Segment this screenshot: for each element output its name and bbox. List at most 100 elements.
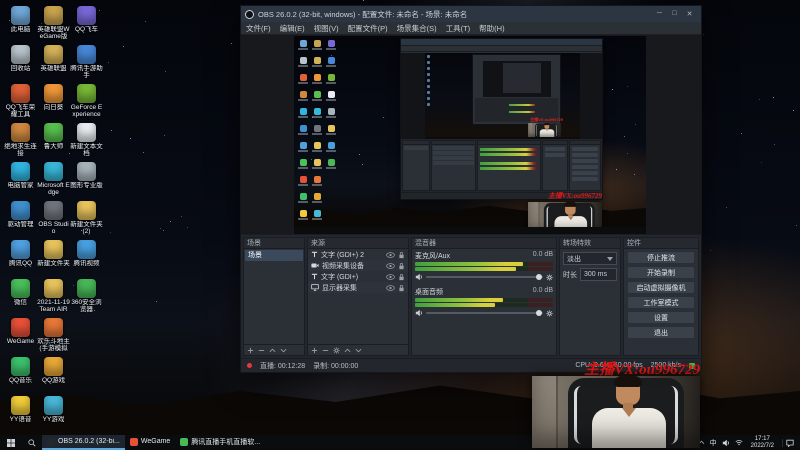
remove-scene-icon[interactable] — [258, 347, 265, 354]
desktop-icon-12[interactable]: 英雄联盟WeGame版 — [37, 6, 70, 45]
volume-slider[interactable] — [426, 312, 543, 314]
lock-icon[interactable] — [398, 251, 405, 259]
virtual-camera-button[interactable]: 启动虚拟摄像机 — [627, 281, 695, 294]
person-hair — [544, 123, 549, 125]
duration-input[interactable]: 300 ms — [580, 268, 617, 281]
start-button[interactable] — [0, 435, 21, 450]
record-button[interactable]: 开始录制 — [627, 266, 695, 279]
volume-meter — [415, 267, 553, 271]
windows-desktop: 此电脑 回收站 QQ飞车荣耀工具 绝地求生连接 电脑管家 驱动管理 腾讯QQ 微信 WeGame… — [0, 0, 800, 450]
desktop-icon-5[interactable]: 电脑管家 — [4, 162, 37, 201]
maximize-button[interactable]: □ — [667, 10, 682, 18]
desktop-icon-1[interactable]: 此电脑 — [4, 6, 37, 45]
desktop-icon-23[interactable]: QQ飞车 — [70, 6, 103, 45]
desktop-icon-4[interactable]: 绝地求生连接 — [4, 123, 37, 162]
ime-indicator[interactable]: 中 — [710, 438, 717, 448]
move-source-down-icon[interactable] — [355, 347, 362, 354]
menu-item-4[interactable]: 配置文件(P) — [348, 23, 388, 34]
desktop-icon-29[interactable]: 腾讯视频 — [70, 240, 103, 279]
desktop-icon-10[interactable]: QQ音乐 — [4, 357, 37, 396]
move-scene-down-icon[interactable] — [280, 347, 287, 354]
desktop-icon-24[interactable]: 腾讯手游助手 — [70, 45, 103, 84]
desktop-icon-11[interactable]: YY语音 — [4, 396, 37, 435]
lock-icon[interactable] — [398, 262, 405, 270]
desktop-icon-8[interactable]: 微信 — [4, 279, 37, 318]
desktop-icon-2[interactable]: 回收站 — [4, 45, 37, 84]
desktop-icon-13[interactable]: 英雄联盟 — [37, 45, 70, 84]
desktop-icon-image — [77, 45, 96, 64]
desktop-icon-20[interactable]: 欢乐斗地主(手游模拟器) — [37, 318, 70, 357]
desktop-icon-17[interactable]: OBS Studio — [37, 201, 70, 240]
menu-item-1[interactable]: 文件(F) — [246, 23, 271, 34]
visibility-eye-icon[interactable] — [386, 274, 395, 280]
source-properties-icon[interactable] — [333, 347, 340, 354]
add-source-icon[interactable] — [311, 347, 318, 354]
source-row[interactable]: 文字 (GDI+) — [308, 271, 408, 282]
desktop-icon-18[interactable]: 新建文件夹 — [37, 240, 70, 279]
desktop-icon-7[interactable]: 腾讯QQ — [4, 240, 37, 279]
desktop-icon-6[interactable]: 驱动管理 — [4, 201, 37, 240]
mixer-channel: 桌面音频 0.0 dB — [415, 287, 553, 317]
action-center-icon[interactable] — [782, 439, 796, 447]
source-row[interactable]: 视频采集设备 — [308, 260, 408, 271]
recursive-obs-preview — [483, 61, 551, 97]
minimize-button[interactable]: ─ — [652, 10, 667, 18]
source-row[interactable]: 文字 (GDI+) 2 — [308, 249, 408, 260]
source-row[interactable]: 显示器采集 — [308, 282, 408, 293]
captured-mixer-dock — [477, 140, 541, 191]
obs-preview-area[interactable]: 主播VX:ou996729 主播VX:ou996729 — [241, 35, 701, 234]
captured-desktop-icon — [310, 55, 324, 72]
search-icon[interactable] — [21, 435, 42, 450]
close-button[interactable]: ✕ — [682, 10, 697, 18]
move-source-up-icon[interactable] — [344, 347, 351, 354]
visibility-eye-icon[interactable] — [386, 263, 395, 269]
captured-obs-dock-strip — [401, 139, 602, 192]
speaker-icon[interactable] — [415, 273, 423, 281]
desktop-icon-26[interactable]: 新建文本文档 — [70, 123, 103, 162]
studio-mode-button[interactable]: 工作室模式 — [627, 296, 695, 309]
scene-item[interactable]: 场景 — [245, 250, 303, 261]
transition-select[interactable]: 淡出 — [563, 252, 617, 265]
taskbar-clock[interactable]: 17:17 2022/7/2 — [748, 436, 777, 449]
volume-slider[interactable] — [426, 276, 543, 278]
desktop-icon-22[interactable]: YY游戏 — [37, 396, 70, 435]
lock-icon[interactable] — [398, 273, 405, 281]
desktop-icon-3[interactable]: QQ飞车荣耀工具 — [4, 84, 37, 123]
desktop-icon-21[interactable]: QQ游戏 — [37, 357, 70, 396]
desktop-icon-19[interactable]: 2021-11-19 Team AIR (2) — [37, 279, 70, 318]
desktop-icon-30[interactable]: 360安全浏览器 — [70, 279, 103, 318]
desktop-icon-15[interactable]: 鲁大师 — [37, 123, 70, 162]
volume-icon[interactable] — [722, 439, 730, 447]
desktop-icon-25[interactable]: GeForce Experience — [70, 84, 103, 123]
lock-icon[interactable] — [398, 284, 405, 292]
menu-item-5[interactable]: 场景集合(S) — [397, 23, 437, 34]
desktop-icon-27[interactable]: 图形专业版 — [70, 162, 103, 201]
visibility-eye-icon[interactable] — [386, 252, 395, 258]
taskbar-app[interactable]: 腾讯直播手机直播软... — [175, 435, 265, 450]
settings-button[interactable]: 设置 — [627, 311, 695, 324]
gear-icon[interactable] — [546, 274, 553, 281]
slider-knob[interactable] — [536, 310, 542, 316]
visibility-eye-icon[interactable] — [386, 285, 395, 291]
desktop-icon-14[interactable]: 向日葵 — [37, 84, 70, 123]
desktop-icon-28[interactable]: 新建文件夹 (2) — [70, 201, 103, 240]
taskbar-app[interactable]: WeGame — [125, 435, 175, 450]
taskbar-app[interactable]: OBS 26.0.2 (32-bi... — [42, 435, 125, 450]
captured-desktop-icon — [296, 174, 310, 191]
menu-item-7[interactable]: 帮助(H) — [479, 23, 504, 34]
menu-item-6[interactable]: 工具(T) — [446, 23, 471, 34]
remove-source-icon[interactable] — [322, 347, 329, 354]
exit-button[interactable]: 退出 — [627, 326, 695, 339]
slider-knob[interactable] — [536, 274, 542, 280]
menu-item-3[interactable]: 视图(V) — [314, 23, 339, 34]
speaker-icon[interactable] — [415, 309, 423, 317]
stream-toggle-button[interactable]: 停止推流 — [627, 251, 695, 264]
add-scene-icon[interactable] — [247, 347, 254, 354]
gear-icon[interactable] — [546, 310, 553, 317]
desktop-icon-16[interactable]: Microsoft Edge — [37, 162, 70, 201]
desktop-icon-9[interactable]: WeGame — [4, 318, 37, 357]
move-scene-up-icon[interactable] — [269, 347, 276, 354]
menu-item-2[interactable]: 编辑(E) — [280, 23, 305, 34]
obs-titlebar[interactable]: OBS 26.0.2 (32-bit, windows) - 配置文件: 未命名… — [241, 6, 701, 22]
network-icon[interactable] — [735, 439, 743, 446]
